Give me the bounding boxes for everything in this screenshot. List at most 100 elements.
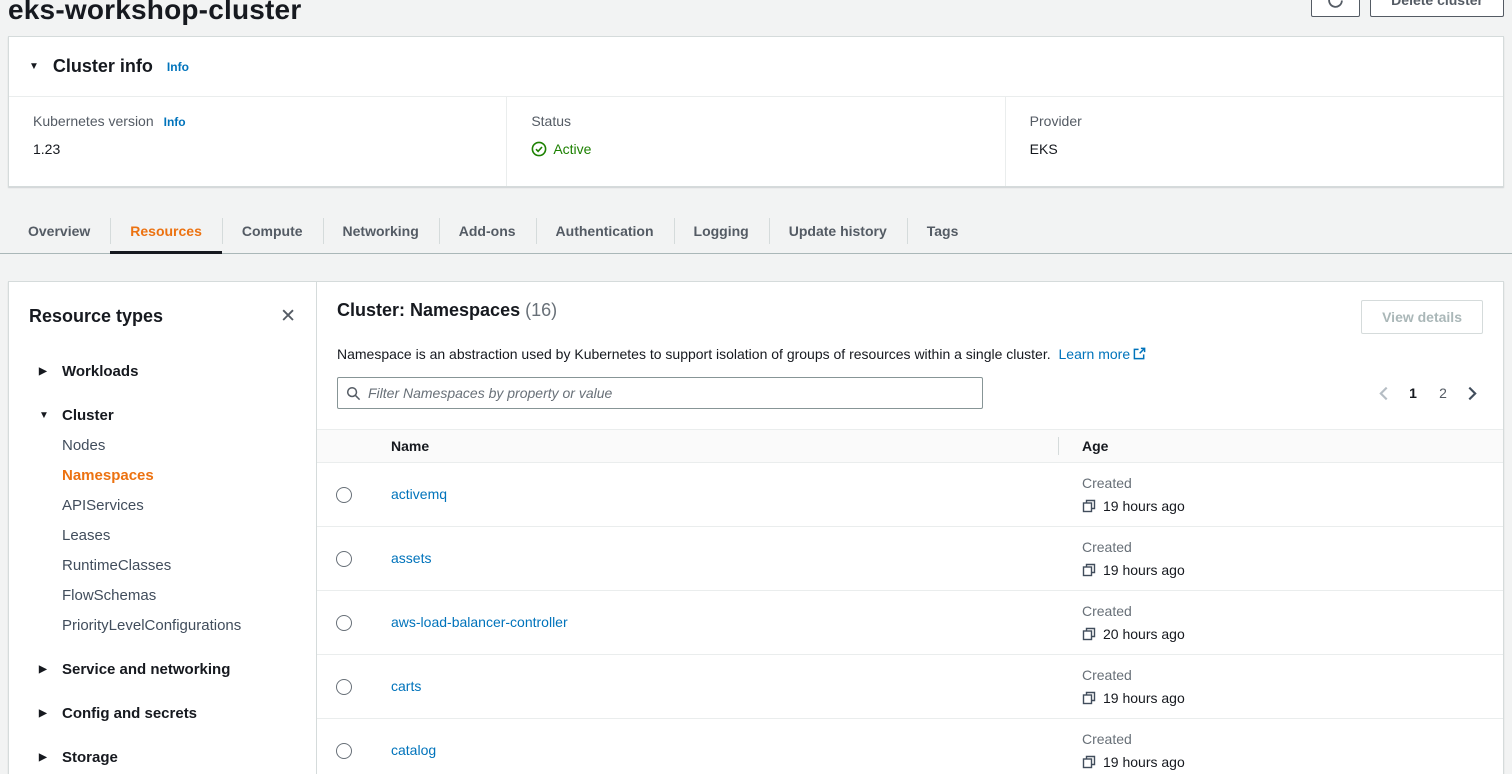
copy-icon[interactable] bbox=[1082, 691, 1096, 705]
kubernetes-version-label: Kubernetes version Info bbox=[33, 113, 482, 129]
namespaces-description: Namespace is an abstraction used by Kube… bbox=[337, 346, 1483, 362]
created-label: Created bbox=[1082, 603, 1185, 619]
sidebar-item-label: Config and secrets bbox=[62, 705, 197, 722]
resource-types-panel: Resource types ✕ ▶ Workloads ▼ Cluster N… bbox=[9, 282, 317, 774]
namespaces-heading: Cluster: Namespaces (16) bbox=[337, 300, 557, 321]
row-age-cell: Created 19 hours ago bbox=[1058, 655, 1503, 718]
row-name-cell: carts bbox=[371, 678, 1058, 696]
created-label: Created bbox=[1082, 731, 1185, 747]
row-age-cell: Created 20 hours ago bbox=[1058, 591, 1503, 654]
caret-right-icon: ▶ bbox=[39, 664, 49, 675]
copy-icon[interactable] bbox=[1082, 755, 1096, 769]
name-column-header: Name bbox=[371, 438, 1058, 454]
sidebar-item-storage[interactable]: ▶ Storage bbox=[39, 747, 296, 767]
namespace-link[interactable]: catalog bbox=[391, 742, 436, 758]
copy-icon[interactable] bbox=[1082, 563, 1096, 577]
row-radio-button[interactable] bbox=[336, 551, 352, 567]
table-row: aws-load-balancer-controller Created 20 … bbox=[317, 591, 1503, 655]
provider-value: EKS bbox=[1030, 141, 1479, 157]
delete-cluster-button[interactable]: Delete cluster bbox=[1370, 0, 1504, 17]
sidebar-item-nodes[interactable]: Nodes bbox=[39, 437, 296, 455]
tab-overview[interactable]: Overview bbox=[8, 209, 110, 253]
page: eks-workshop-cluster Delete cluster ▼ Cl… bbox=[0, 0, 1512, 774]
cluster-info-title: Cluster info bbox=[53, 56, 153, 77]
copy-icon[interactable] bbox=[1082, 499, 1096, 513]
filter-input[interactable] bbox=[368, 385, 974, 401]
sidebar-item-runtimeclasses[interactable]: RuntimeClasses bbox=[39, 557, 296, 575]
row-select-cell bbox=[317, 551, 371, 567]
learn-more-link[interactable]: Learn more bbox=[1059, 346, 1131, 362]
row-age-cell: Created 19 hours ago bbox=[1058, 527, 1503, 590]
sidebar-item-flowschemas[interactable]: FlowSchemas bbox=[39, 587, 296, 605]
caret-right-icon: ▶ bbox=[39, 752, 49, 763]
collapse-caret-icon[interactable]: ▼ bbox=[29, 61, 39, 72]
page-number-2[interactable]: 2 bbox=[1432, 383, 1454, 403]
pagination: 1 2 bbox=[1373, 383, 1483, 403]
row-name-cell: aws-load-balancer-controller bbox=[371, 614, 1058, 632]
cluster-info-info-link[interactable]: Info bbox=[167, 60, 189, 74]
table-row: assets Created 19 hours ago bbox=[317, 527, 1503, 591]
cluster-info-body: Kubernetes version Info 1.23 Status Acti… bbox=[9, 97, 1503, 186]
sidebar-item-workloads[interactable]: ▶ Workloads bbox=[39, 361, 296, 381]
table-header: Name Age bbox=[317, 429, 1503, 463]
sidebar-item-label: Service and networking bbox=[62, 661, 230, 678]
tab-authentication[interactable]: Authentication bbox=[536, 209, 674, 253]
tab-logging[interactable]: Logging bbox=[674, 209, 769, 253]
chevron-right-icon bbox=[1466, 386, 1479, 401]
row-name-cell: activemq bbox=[371, 486, 1058, 504]
kubernetes-version-field: Kubernetes version Info 1.23 bbox=[9, 97, 506, 186]
row-radio-button[interactable] bbox=[336, 615, 352, 631]
close-icon[interactable]: ✕ bbox=[280, 307, 296, 326]
row-radio-button[interactable] bbox=[336, 679, 352, 695]
namespace-link[interactable]: aws-load-balancer-controller bbox=[391, 614, 568, 630]
row-radio-button[interactable] bbox=[336, 487, 352, 503]
row-name-cell: catalog bbox=[371, 742, 1058, 760]
page-number-1[interactable]: 1 bbox=[1402, 383, 1424, 403]
created-label: Created bbox=[1082, 667, 1185, 683]
row-select-cell bbox=[317, 743, 371, 759]
tab-add-ons[interactable]: Add-ons bbox=[439, 209, 536, 253]
page-title: eks-workshop-cluster bbox=[8, 0, 1504, 26]
kubernetes-version-label-text: Kubernetes version bbox=[33, 113, 154, 129]
row-age-cell: Created 19 hours ago bbox=[1058, 463, 1503, 526]
view-details-button[interactable]: View details bbox=[1361, 300, 1483, 334]
kubernetes-version-info-link[interactable]: Info bbox=[164, 115, 186, 129]
namespaces-table: Name Age activemq Created 19 hours ago bbox=[317, 429, 1503, 774]
page-header: eks-workshop-cluster Delete cluster bbox=[0, 0, 1512, 36]
table-row: catalog Created 19 hours ago bbox=[317, 719, 1503, 774]
resource-types-header: Resource types ✕ bbox=[29, 306, 296, 327]
previous-page-button[interactable] bbox=[1373, 386, 1394, 401]
chevron-left-icon bbox=[1377, 386, 1390, 401]
tab-resources[interactable]: Resources bbox=[110, 209, 222, 253]
namespace-link[interactable]: activemq bbox=[391, 486, 447, 502]
copy-icon[interactable] bbox=[1082, 627, 1096, 641]
tab-compute[interactable]: Compute bbox=[222, 209, 323, 253]
sidebar-item-config-and-secrets[interactable]: ▶ Config and secrets bbox=[39, 703, 296, 723]
sidebar-item-prioritylevelconfigurations[interactable]: PriorityLevelConfigurations bbox=[39, 617, 296, 635]
filter-row: 1 2 bbox=[337, 377, 1483, 409]
sidebar-item-leases[interactable]: Leases bbox=[39, 527, 296, 545]
next-page-button[interactable] bbox=[1462, 386, 1483, 401]
sidebar-item-cluster[interactable]: ▼ Cluster bbox=[39, 405, 296, 425]
sidebar-item-label: Storage bbox=[62, 749, 118, 766]
refresh-button[interactable] bbox=[1311, 0, 1360, 17]
status-badge: Active bbox=[531, 141, 980, 157]
row-radio-button[interactable] bbox=[336, 743, 352, 759]
namespace-link[interactable]: assets bbox=[391, 550, 431, 566]
tab-tags[interactable]: Tags bbox=[907, 209, 979, 253]
status-label: Status bbox=[531, 113, 980, 129]
tab-networking[interactable]: Networking bbox=[323, 209, 439, 253]
filter-box bbox=[337, 377, 983, 409]
sidebar-item-service-and-networking[interactable]: ▶ Service and networking bbox=[39, 659, 296, 679]
tab-update-history[interactable]: Update history bbox=[769, 209, 907, 253]
namespace-link[interactable]: carts bbox=[391, 678, 421, 694]
provider-field: Provider EKS bbox=[1005, 97, 1503, 186]
cluster-info-panel: ▼ Cluster info Info Kubernetes version I… bbox=[8, 36, 1504, 187]
kubernetes-version-value: 1.23 bbox=[33, 141, 482, 157]
namespaces-panel: Cluster: Namespaces (16) View details Na… bbox=[317, 282, 1503, 774]
table-row: activemq Created 19 hours ago bbox=[317, 463, 1503, 527]
caret-right-icon: ▶ bbox=[39, 708, 49, 719]
sidebar-item-namespaces[interactable]: Namespaces bbox=[39, 467, 296, 485]
caret-down-icon: ▼ bbox=[39, 410, 49, 421]
sidebar-item-apiservices[interactable]: APIServices bbox=[39, 497, 296, 515]
